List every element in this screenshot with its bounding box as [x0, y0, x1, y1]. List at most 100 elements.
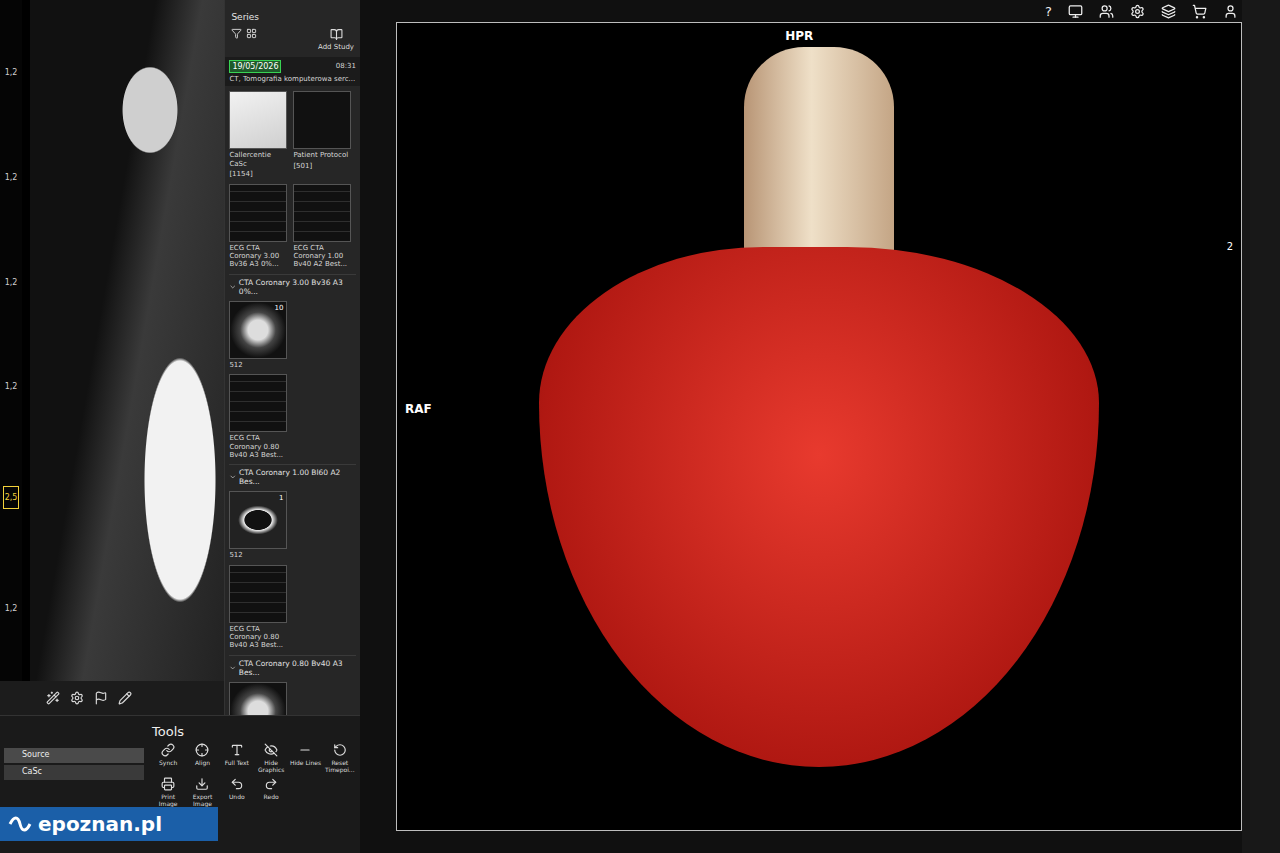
- tools-grid: SynchAlignFull TextHide GraphicsHide Lin…: [152, 743, 356, 807]
- thumbnail-caption: ECG CTA Coronary 0.80 Bv40 A3 Best...: [229, 625, 287, 650]
- tool-button[interactable]: Reset Timepoi...: [324, 743, 356, 773]
- series-group-header[interactable]: CTA Coronary 3.00 Bv36 A3 0%...: [229, 274, 356, 296]
- tool-button[interactable]: Print Image: [152, 777, 184, 807]
- gear-icon[interactable]: [70, 691, 84, 705]
- wand-icon[interactable]: [46, 691, 60, 705]
- book-icon: [330, 28, 343, 41]
- series-thumbnail[interactable]: [229, 682, 287, 715]
- thumbnail-image: [229, 184, 287, 242]
- scale-ruler: 1,21,21,21,22,51,2: [0, 0, 22, 681]
- thumbnail-count: [501]: [293, 162, 351, 170]
- toolbar-icon[interactable]: [1099, 4, 1114, 19]
- study-row: 19/05/202608:31: [229, 60, 356, 73]
- tool-button[interactable]: Hide Graphics: [255, 743, 287, 773]
- series-thumbnail[interactable]: Patient Protocol [501]: [293, 91, 351, 178]
- thumbnail-caption: ECG CTA Coronary 1.00 Bv40 A2 Best...: [293, 244, 351, 269]
- series-thumbnail[interactable]: 1512: [229, 491, 287, 559]
- chevron-icon: [229, 283, 236, 291]
- ruler-mark: 1,2: [4, 603, 19, 614]
- toolbar-icon[interactable]: [1223, 4, 1238, 19]
- thumbnail-caption: Patient Protocol: [293, 151, 351, 159]
- grid-icon[interactable]: [246, 28, 257, 39]
- tool-icon: [230, 777, 244, 791]
- ruler-mark: 2,5: [3, 486, 20, 509]
- panel-title: Series: [225, 0, 360, 26]
- chevron-icon: [229, 473, 237, 481]
- tool-icon: [161, 743, 175, 757]
- tool-icon: [264, 743, 278, 757]
- app: 1,21,21,21,22,51,2SeriesAdd Study19/05/2…: [0, 0, 1280, 853]
- toolbar-icon[interactable]: [1192, 4, 1207, 19]
- series-row: ECG CTA Coronary 0.80 Bv40 A3 Best...: [229, 565, 356, 650]
- tool-button[interactable]: Full Text: [221, 743, 253, 773]
- tool-button[interactable]: Export Image: [186, 777, 218, 807]
- tool-icon: [333, 743, 347, 757]
- series-row: 10 512: [229, 301, 356, 369]
- series-thumbnail[interactable]: 10 512: [229, 301, 287, 369]
- series-thumbnail[interactable]: Callercentie CaSc [1154]: [229, 91, 287, 178]
- series-thumbnail[interactable]: ECG CTA Coronary 1.00 Bv40 A2 Best...: [293, 184, 351, 269]
- image-count: 1: [279, 494, 283, 502]
- tool-icon: [264, 777, 278, 791]
- viewer-toolbar: [0, 681, 224, 715]
- thumbnail-count: [1154]: [229, 170, 287, 178]
- toolbar-icon[interactable]: [1161, 4, 1176, 19]
- tool-icon: [161, 777, 175, 791]
- heart-body: [539, 247, 1099, 767]
- tool-icon: [195, 777, 209, 791]
- ct-image: [30, 0, 224, 681]
- source-row[interactable]: Source: [4, 748, 144, 763]
- pencil-icon[interactable]: [118, 691, 132, 705]
- thumbnail-image: 10: [229, 301, 287, 359]
- ruler-mark: 1,2: [4, 277, 19, 288]
- logo-icon: [8, 815, 32, 833]
- main-area: ?HPRRAF2: [360, 0, 1242, 853]
- tool-button[interactable]: Undo: [221, 777, 253, 807]
- study-header[interactable]: 19/05/202608:31CT, Tomografia komputerow…: [225, 57, 360, 86]
- watermark: epoznan.pl: [0, 807, 218, 841]
- orientation-label: RAF: [405, 402, 432, 416]
- tool-icon: [298, 743, 312, 757]
- toolbar-icon[interactable]: [1130, 4, 1145, 19]
- tool-button[interactable]: Align: [186, 743, 218, 773]
- tool-button[interactable]: Synch: [152, 743, 184, 773]
- tool-button[interactable]: Hide Lines: [289, 743, 321, 773]
- thumbnail-image: [229, 91, 287, 149]
- series-group-header[interactable]: CTA Coronary 0.80 Bv40 A3 Bes...: [229, 655, 356, 677]
- source-row[interactable]: CaSc: [4, 765, 144, 780]
- thumbnail-image: [229, 374, 287, 432]
- series-thumbnail[interactable]: ECG CTA Coronary 0.80 Bv40 A3 Best...: [229, 565, 287, 650]
- left-column: 1,21,21,21,22,51,2SeriesAdd Study19/05/2…: [0, 0, 360, 853]
- tool-icon: [230, 743, 244, 757]
- thumbnail-image: 1: [229, 491, 287, 549]
- ruler-mark: 1,2: [4, 172, 19, 183]
- image-count: 10: [274, 304, 283, 312]
- curved-mpr-viewer[interactable]: 1,21,21,21,22,51,2: [0, 0, 224, 715]
- series-group-header[interactable]: CTA Coronary 1.00 Bl60 A2 Bes...: [229, 464, 356, 486]
- series-row: [229, 682, 356, 715]
- tool-button[interactable]: Redo: [255, 777, 287, 807]
- filter-icon[interactable]: [231, 28, 242, 39]
- thumbnail-image: [293, 184, 351, 242]
- tool-icon: [195, 743, 209, 757]
- chevron-icon: [229, 664, 236, 672]
- vrt-viewer[interactable]: HPRRAF2: [396, 22, 1242, 831]
- series-thumbnail[interactable]: ECG CTA Coronary 0.80 Bv40 A3 Best...: [229, 374, 287, 459]
- series-list: Callercentie CaSc [1154] Patient Protocol […: [225, 86, 360, 715]
- thumbnail-caption: 512: [229, 361, 287, 369]
- top-area: 1,21,21,21,22,51,2SeriesAdd Study19/05/2…: [0, 0, 360, 715]
- tools-title: Tools: [152, 724, 356, 739]
- help-button[interactable]: ?: [1045, 4, 1052, 19]
- series-thumbnail[interactable]: ECG CTA Coronary 3.00 Bv36 A3 0%...: [229, 184, 287, 269]
- thumbnail-caption: ECG CTA Coronary 3.00 Bv36 A3 0%...: [229, 244, 287, 269]
- heart-render: [539, 47, 1099, 807]
- thumbnail-caption: Callercentie CaSc: [229, 151, 287, 168]
- flag-icon[interactable]: [94, 691, 108, 705]
- add-study-button[interactable]: Add Study: [318, 28, 354, 51]
- monitor-bezel: [1242, 0, 1280, 853]
- series-row: ECG CTA Coronary 3.00 Bv36 A3 0%...ECG C…: [229, 184, 356, 269]
- orientation-label: HPR: [785, 29, 813, 43]
- series-row: ECG CTA Coronary 0.80 Bv40 A3 Best...: [229, 374, 356, 459]
- series-row: Callercentie CaSc [1154] Patient Protocol […: [229, 91, 356, 178]
- toolbar-icon[interactable]: [1068, 4, 1083, 19]
